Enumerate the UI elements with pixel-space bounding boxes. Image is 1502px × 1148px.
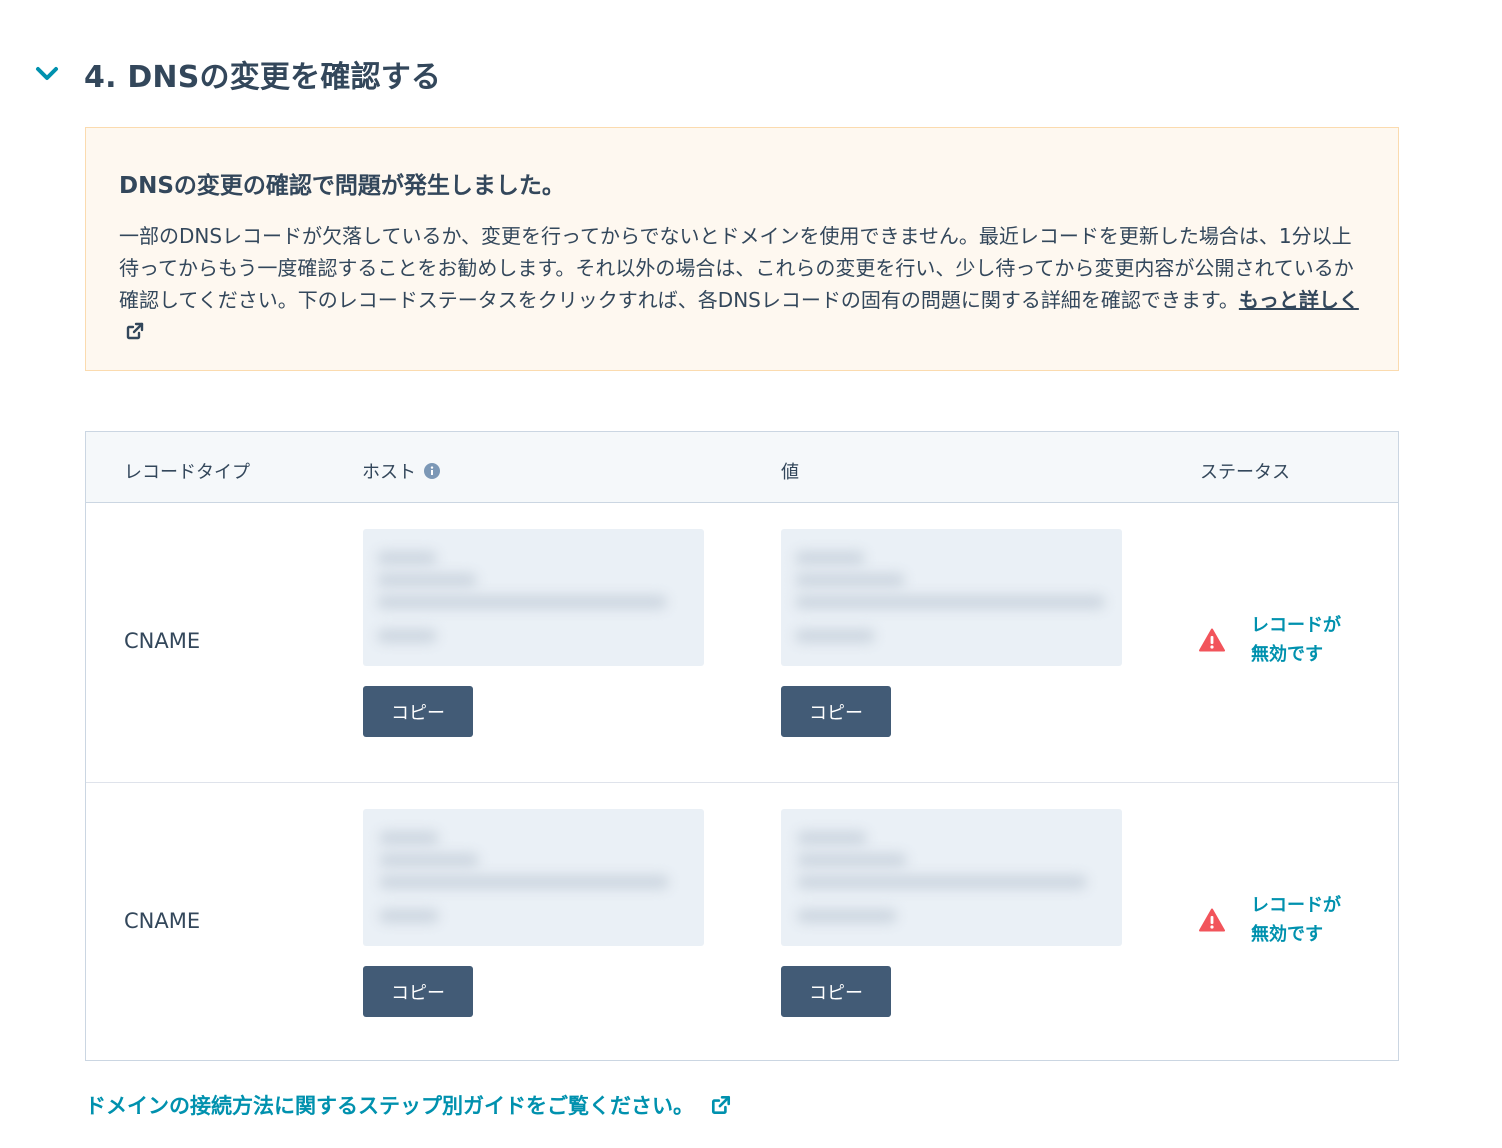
alert-body-text: 一部のDNSレコードが欠落しているか、変更を行ってからでないとドメインを使用でき… [119,224,1354,312]
copy-host-button[interactable]: コピー [363,966,473,1017]
header-host: ホスト [362,458,440,484]
external-link-icon [710,1094,732,1116]
dns-records-table: レコードタイプ ホスト 値 ステータス CNAME コピー コピー レコードが … [85,431,1399,1061]
step-guide-label: ドメインの接続方法に関するステップ別ガイドをご覧ください。 [85,1094,694,1118]
record-type: CNAME [124,909,201,933]
header-record-type: レコードタイプ [124,462,250,483]
copy-value-button[interactable]: コピー [781,966,891,1017]
status-line-1: レコードが [1251,615,1341,636]
external-link-icon[interactable] [125,318,145,350]
learn-more-link[interactable]: もっと詳しく [1239,288,1359,312]
warning-triangle-icon [1199,628,1225,652]
status-line-2: 無効です [1251,924,1323,945]
record-value-field [781,529,1122,666]
header-status: ステータス [1200,462,1290,483]
table-row: CNAME コピー コピー レコードが 無効です [86,783,1398,1062]
alert-body: 一部のDNSレコードが欠落しているか、変更を行ってからでないとドメインを使用でき… [119,220,1369,350]
record-status[interactable]: レコードが 無効です [1199,891,1351,949]
dns-warning-alert: DNSの変更の確認で問題が発生しました。 一部のDNSレコードが欠落しているか、… [85,127,1399,371]
status-text[interactable]: レコードが 無効です [1251,611,1351,669]
section-title: 4. DNSの変更を確認する [84,60,442,95]
status-line-2: 無効です [1251,644,1323,665]
record-value-field [781,809,1122,946]
status-text[interactable]: レコードが 無効です [1251,891,1351,949]
record-type: CNAME [124,629,201,653]
host-value-field [363,809,704,946]
learn-more-label: もっと詳しく [1238,288,1359,312]
step-guide-link[interactable]: ドメインの接続方法に関するステップ別ガイドをご覧ください。 [85,1090,732,1120]
header-host-label: ホスト [362,462,416,483]
alert-title: DNSの変更の確認で問題が発生しました。 [119,173,565,199]
section-header: 4. DNSの変更を確認する [34,52,441,96]
copy-host-button[interactable]: コピー [363,686,473,737]
status-line-1: レコードが [1251,895,1341,916]
table-row: CNAME コピー コピー レコードが 無効です [86,503,1398,783]
info-icon[interactable] [424,463,440,479]
chevron-down-icon[interactable] [34,61,60,87]
record-status[interactable]: レコードが 無効です [1199,611,1351,669]
header-value: 値 [781,462,799,483]
warning-triangle-icon [1199,908,1225,932]
copy-value-button[interactable]: コピー [781,686,891,737]
table-header: レコードタイプ ホスト 値 ステータス [86,432,1398,503]
host-value-field [363,529,704,666]
